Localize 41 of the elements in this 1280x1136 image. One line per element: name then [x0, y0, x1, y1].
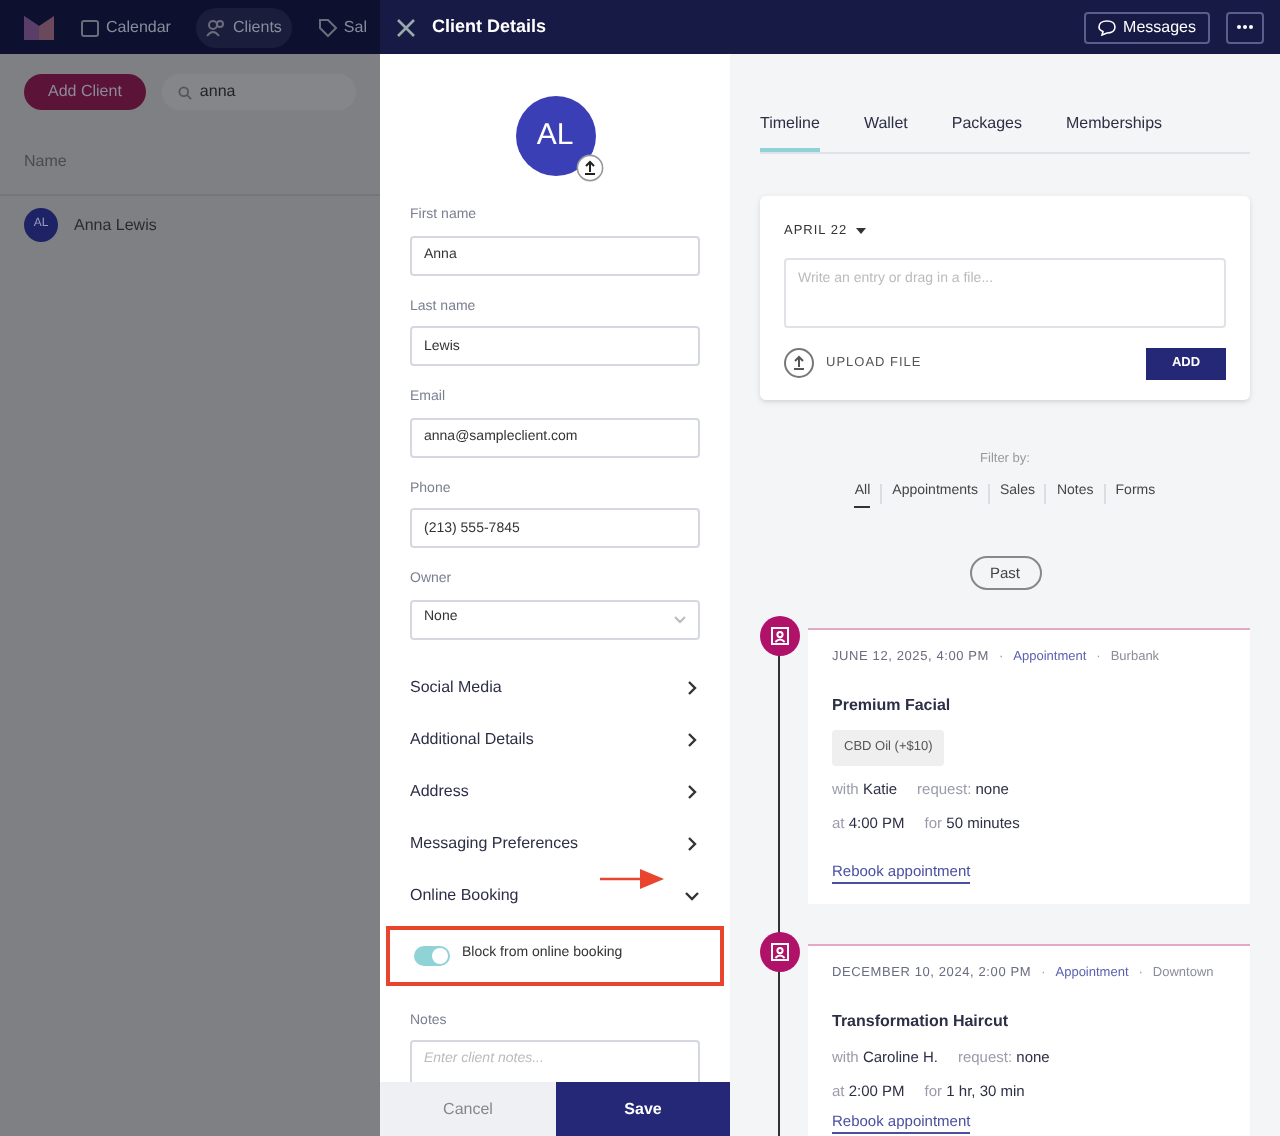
- client-avatar[interactable]: AL: [515, 96, 595, 176]
- drawer-title: Client Details: [432, 13, 547, 40]
- chevron-down-icon: [674, 615, 686, 623]
- tab[interactable]: Memberships: [1066, 112, 1163, 152]
- service-name: Premium Facial: [832, 693, 953, 718]
- tab[interactable]: Timeline: [760, 112, 820, 152]
- tab[interactable]: Wallet: [863, 112, 908, 152]
- annotation-arrow: [600, 868, 664, 890]
- client-name: Anna Lewis: [74, 213, 157, 237]
- upload-icon[interactable]: [575, 154, 603, 182]
- chevron-right-icon: [684, 835, 700, 851]
- service-name: Transformation Haircut: [832, 1009, 1011, 1034]
- section-row[interactable]: Online Booking: [410, 869, 700, 921]
- toggle-switch[interactable]: [414, 945, 450, 965]
- chevron-down-icon: [684, 887, 700, 903]
- logo-icon: [24, 15, 54, 39]
- tab[interactable]: Packages: [951, 112, 1023, 152]
- nav-item[interactable]: Clients: [196, 7, 292, 47]
- upload-icon: [784, 348, 814, 379]
- section-row[interactable]: Additional Details: [410, 713, 700, 765]
- tag-icon: [317, 17, 338, 37]
- nav-item[interactable]: Calendar: [70, 7, 181, 47]
- chat-icon: [1097, 19, 1116, 35]
- chevron-right-icon: [684, 679, 700, 695]
- people-icon: [206, 17, 227, 37]
- section-row[interactable]: Social Media: [410, 661, 700, 713]
- section-row[interactable]: Messaging Preferences: [410, 817, 700, 869]
- search-text: anna: [199, 80, 236, 104]
- chevron-right-icon: [684, 783, 700, 799]
- save-button[interactable]: Save: [556, 1082, 730, 1136]
- close-icon[interactable]: [396, 17, 416, 37]
- more-icon: [1236, 24, 1254, 30]
- caret-icon: [855, 227, 866, 236]
- nav-item[interactable]: Sal: [307, 7, 377, 47]
- add-client-button[interactable]: Add Client: [24, 74, 146, 110]
- search-icon: [177, 85, 192, 99]
- more-button[interactable]: [1226, 11, 1264, 43]
- search-field[interactable]: anna: [161, 74, 356, 110]
- chevron-right-icon: [684, 731, 700, 747]
- section-row[interactable]: Address: [410, 765, 700, 817]
- messages-button[interactable]: Messages: [1083, 11, 1210, 43]
